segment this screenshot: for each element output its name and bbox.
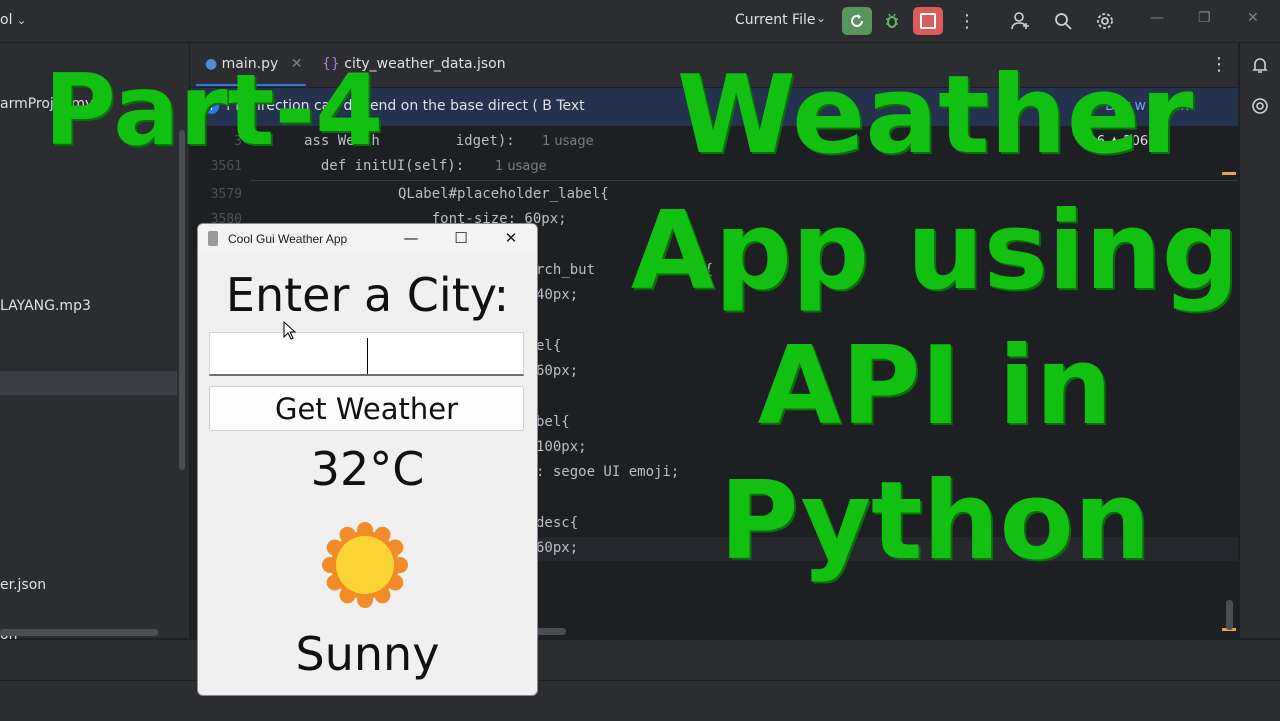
get-weather-button[interactable]: Get Weather — [209, 386, 524, 431]
overlay-title-line: API in — [757, 324, 1113, 449]
user-plus-icon — [1011, 12, 1029, 30]
sidebar-scrollbar[interactable] — [179, 130, 185, 470]
sidebar-selected-row[interactable] — [0, 371, 177, 395]
stop-icon — [920, 13, 936, 29]
debug-button[interactable] — [877, 7, 907, 35]
chevron-down-icon[interactable]: ⌄ — [816, 11, 826, 25]
overlay-title-line: Python — [719, 459, 1151, 584]
search-icon — [1055, 13, 1072, 30]
code-line: 40px; — [536, 287, 579, 303]
overlay-title-line: Weather — [676, 53, 1194, 178]
rerun-icon — [851, 14, 863, 27]
city-input[interactable] — [209, 332, 524, 376]
add-user-button[interactable] — [1006, 7, 1036, 35]
sidebar-hscrollbar[interactable] — [0, 629, 158, 636]
run-config-selector[interactable]: Current File — [735, 12, 815, 28]
status-bar — [0, 680, 1280, 721]
overlay-title-line: App using — [630, 189, 1240, 314]
project-selector[interactable]: ol ⌄ — [0, 12, 26, 28]
code-line: 100px; — [536, 439, 587, 455]
code-line: bel{ — [536, 414, 570, 430]
app-title: Cool Gui Weather App — [228, 232, 348, 246]
bug-icon — [886, 13, 898, 28]
restore-window-icon[interactable]: ❐ — [1198, 10, 1211, 26]
weather-description: Sunny — [295, 627, 440, 681]
app-feather-icon — [208, 231, 218, 246]
sidebar-item-json[interactable]: er.json — [0, 577, 46, 593]
weather-app-window: Cool Gui Weather App — ☐ ✕ Enter a City:… — [197, 223, 538, 696]
code-line: el{ — [536, 338, 562, 354]
minimize-window-icon[interactable]: — — [1150, 10, 1164, 26]
ide-toolbar — [0, 0, 1280, 43]
tool-window-bar — [0, 639, 1280, 680]
app-minimize-icon[interactable]: — — [401, 228, 421, 248]
temperature-label: 32°C — [310, 442, 425, 496]
usage-hint[interactable]: 1 usage — [542, 134, 594, 149]
code-line: 60px; — [536, 540, 579, 556]
rerun-button[interactable] — [842, 7, 872, 35]
city-label: Enter a City: — [225, 268, 510, 322]
sidebar-item-mp3[interactable]: LAYANG.mp3 — [0, 298, 91, 314]
sun-icon — [322, 522, 408, 608]
stop-button[interactable] — [913, 7, 943, 35]
warning-marker[interactable] — [1222, 172, 1236, 175]
code-line: 60px; — [536, 363, 579, 379]
project-name: ol — [0, 12, 13, 28]
chevron-down-icon: ⌄ — [16, 14, 27, 27]
app-maximize-icon[interactable]: ☐ — [451, 228, 471, 248]
text-caret — [367, 338, 368, 374]
search-button[interactable] — [1048, 7, 1078, 35]
app-close-icon[interactable]: ✕ — [501, 228, 521, 248]
gear-icon — [1097, 13, 1113, 29]
editor-vscrollbar[interactable] — [1226, 600, 1233, 630]
line-number: 3579 — [210, 187, 242, 202]
close-window-icon[interactable]: ✕ — [1247, 10, 1259, 26]
mouse-pointer-icon — [283, 321, 297, 340]
overlay-part-title: Part-4 — [44, 54, 384, 168]
settings-button[interactable] — [1090, 7, 1120, 35]
code-line: desc{ — [536, 515, 579, 531]
more-actions-icon[interactable]: ⋮ — [952, 7, 982, 35]
usage-hint[interactable]: 1 usage — [495, 159, 547, 174]
code-line: QLabel#placeholder_label{ — [398, 186, 609, 202]
